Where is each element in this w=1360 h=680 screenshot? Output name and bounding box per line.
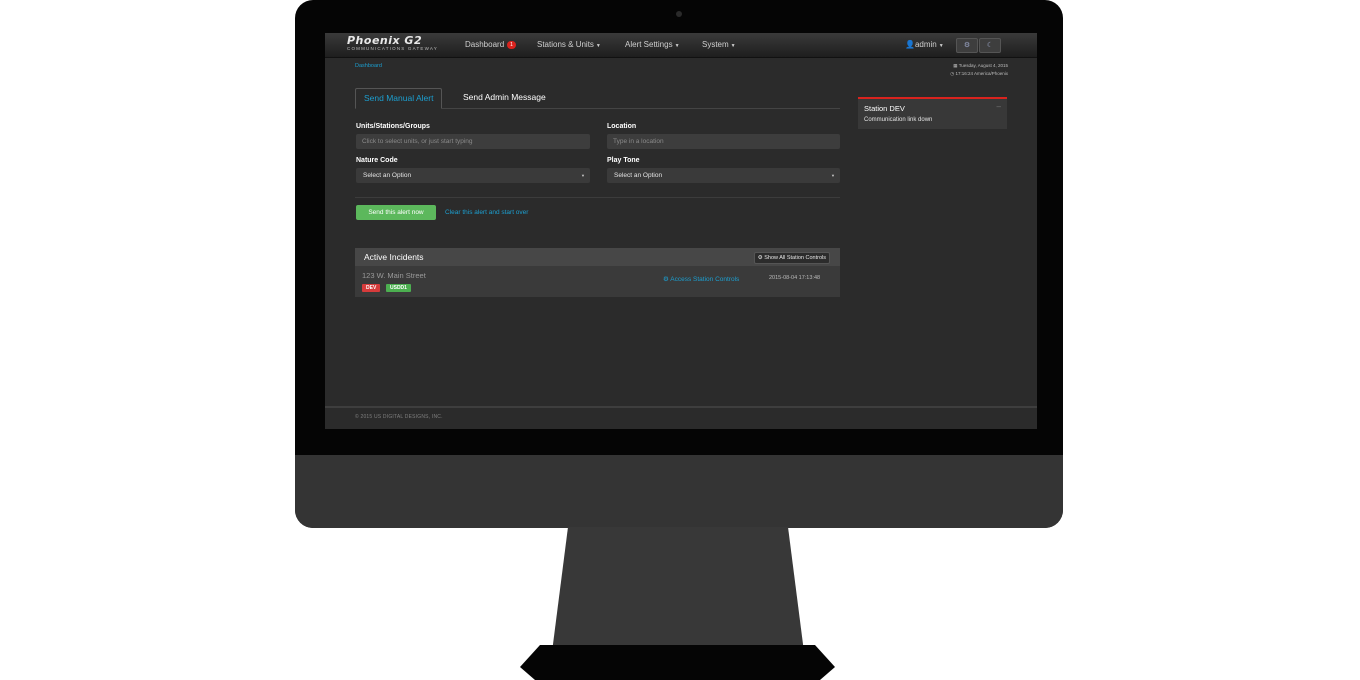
station-alert-message: Communication link down xyxy=(864,117,933,123)
time-text: 17:16:24 America/Phoenix xyxy=(955,71,1008,76)
date-text: Tuesday, August 4, 2015 xyxy=(958,63,1008,68)
nav-alert-settings[interactable]: Alert Settings ▼ xyxy=(625,40,680,49)
nav-alert-settings-label: Alert Settings xyxy=(625,40,673,49)
user-name: admin xyxy=(914,40,937,49)
incident-label-usdd1: USDD1 xyxy=(386,284,411,292)
nav-stations-units[interactable]: Stations & Units ▼ xyxy=(537,40,601,49)
access-label: Access Station Controls xyxy=(670,276,740,283)
monitor-chin xyxy=(295,455,1063,528)
access-station-controls-link[interactable]: ⚙ Access Station Controls xyxy=(663,275,739,283)
footer-divider xyxy=(325,406,1037,408)
tab-send-admin-message[interactable]: Send Admin Message xyxy=(455,88,554,107)
user-menu[interactable]: 👤admin ▼ xyxy=(905,40,944,49)
clear-alert-link[interactable]: Clear this alert and start over xyxy=(445,209,528,216)
night-mode-button[interactable]: ☾ xyxy=(979,38,1001,53)
location-label: Location xyxy=(607,123,637,130)
time-line: ◷ 17:16:24 America/Phoenix xyxy=(950,70,1008,78)
monitor-stand xyxy=(552,527,804,652)
nav-system-label: System xyxy=(702,40,729,49)
play-tone-value: Select an Option xyxy=(614,172,663,179)
caret-down-icon: ▼ xyxy=(831,173,835,178)
settings-button[interactable]: ⚙ xyxy=(956,38,978,53)
camera-icon xyxy=(676,11,682,17)
user-icon: 👤 xyxy=(905,40,915,49)
logo-subtitle: COMMUNICATIONS GATEWAY xyxy=(347,46,438,51)
tab-send-manual-alert[interactable]: Send Manual Alert xyxy=(355,88,443,109)
show-all-label: Show All Station Controls xyxy=(764,255,826,261)
incident-timestamp: 2015-08-04 17:13:48 xyxy=(769,275,821,281)
active-incidents-panel: Active Incidents ⚙ Show All Station Cont… xyxy=(355,248,840,297)
gear-icon: ⚙ xyxy=(963,42,971,49)
nature-code-label: Nature Code xyxy=(356,157,398,164)
notification-badge: 1 xyxy=(507,41,516,49)
station-alert-card: Station DEV – Communication link down xyxy=(858,97,1007,129)
top-navbar: Phoenix G2 COMMUNICATIONS GATEWAY Dashbo… xyxy=(325,33,1037,58)
breadcrumb[interactable]: Dashboard xyxy=(355,63,382,69)
form-divider xyxy=(355,197,840,198)
nav-dashboard-label: Dashboard xyxy=(465,40,505,49)
caret-down-icon: ▼ xyxy=(674,43,680,49)
send-alert-button[interactable]: Send this alert now xyxy=(356,205,436,220)
panel-title: Active Incidents xyxy=(364,252,424,262)
play-tone-select[interactable]: Select an Option ▼ xyxy=(607,168,840,183)
date-line: ▦ Tuesday, August 4, 2015 xyxy=(950,62,1008,70)
play-tone-label: Play Tone xyxy=(607,157,640,164)
panel-header: Active Incidents ⚙ Show All Station Cont… xyxy=(355,248,840,266)
nature-code-select[interactable]: Select an Option ▼ xyxy=(356,168,590,183)
monitor-base xyxy=(520,645,835,680)
datetime: ▦ Tuesday, August 4, 2015 ◷ 17:16:24 Ame… xyxy=(950,62,1008,78)
station-alert-title: Station DEV xyxy=(864,104,905,113)
nature-code-value: Select an Option xyxy=(363,172,412,179)
incident-label-dev: DEV xyxy=(362,284,381,292)
location-input[interactable]: Type in a location xyxy=(607,134,840,149)
app-screen: Phoenix G2 COMMUNICATIONS GATEWAY Dashbo… xyxy=(325,33,1037,429)
moon-icon: ☾ xyxy=(986,42,994,49)
caret-down-icon: ▼ xyxy=(938,43,944,49)
logo-title: Phoenix G2 xyxy=(347,34,423,47)
logo[interactable]: Phoenix G2 COMMUNICATIONS GATEWAY xyxy=(347,35,452,52)
nav-system[interactable]: System ▼ xyxy=(702,40,736,49)
close-icon[interactable]: – xyxy=(997,102,1001,111)
alert-tabs: Send Manual Alert Send Admin Message xyxy=(355,88,840,109)
nav-stations-units-label: Stations & Units xyxy=(537,40,594,49)
incident-address: 123 W. Main Street xyxy=(362,271,426,280)
units-label: Units/Stations/Groups xyxy=(356,123,430,130)
footer-copyright: © 2015 US DIGITAL DESIGNS, INC. xyxy=(355,414,443,420)
units-input[interactable]: Click to select units, or just start typ… xyxy=(356,134,590,149)
show-all-station-controls-button[interactable]: ⚙ Show All Station Controls xyxy=(753,252,830,264)
caret-down-icon: ▼ xyxy=(730,43,736,49)
nav-dashboard[interactable]: Dashboard 1 xyxy=(465,40,516,49)
caret-down-icon: ▼ xyxy=(595,43,601,49)
caret-down-icon: ▼ xyxy=(581,173,585,178)
